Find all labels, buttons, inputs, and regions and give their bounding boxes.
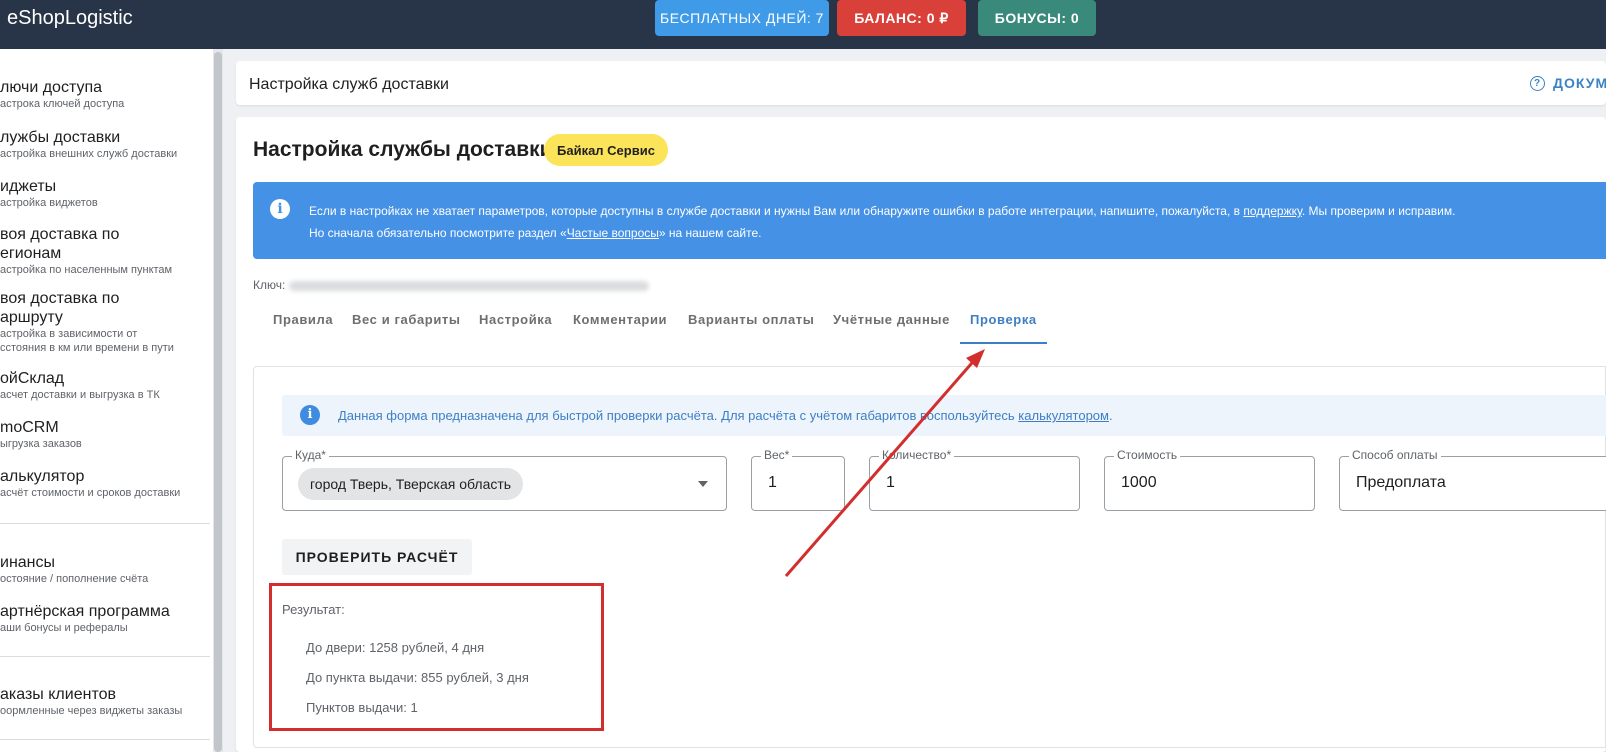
payment-method-label: Способ оплаты xyxy=(1349,448,1441,462)
sidebar-item-title-cont: аршруту xyxy=(0,309,63,326)
support-link[interactable]: поддержку xyxy=(1243,204,1301,218)
bonuses-button[interactable]: БОНУСЫ: 0 xyxy=(978,0,1096,36)
sidebar-item-partner-program[interactable]: артнёрская программа аши бонусы и рефера… xyxy=(0,602,205,635)
sidebar-item-own-delivery-regions[interactable]: воя доставка по егионам астройка по насе… xyxy=(0,225,205,277)
sidebar-item-finances[interactable]: инансы остояние / пополнение счёта xyxy=(0,553,205,586)
sidebar-item-calculator[interactable]: алькулятор асчёт стоимости и сроков дост… xyxy=(0,467,205,500)
free-days-badge[interactable]: БЕСПЛАТНЫХ ДНЕЙ: 7 xyxy=(655,0,829,36)
destination-label: Куда* xyxy=(292,448,329,462)
key-value-blurred xyxy=(289,280,650,291)
tab-weight-dimensions[interactable]: Вес и габариты xyxy=(352,312,461,342)
sidebar-item-title: лючи доступа xyxy=(0,79,103,96)
sidebar-item-access-keys[interactable]: лючи доступа астрока ключей доступа xyxy=(0,78,205,111)
sidebar-item-subtitle: оормленные через виджеты заказы xyxy=(0,705,183,717)
info-icon: i xyxy=(270,199,290,219)
brand-logo[interactable]: eShopLogistic xyxy=(7,7,133,30)
sidebar-item-title: воя доставка по xyxy=(0,226,120,243)
alert-line-1: Если в настройках не хватает параметров,… xyxy=(309,204,1456,218)
payment-method-value[interactable]: Предоплата xyxy=(1356,474,1446,492)
tab-credentials[interactable]: Учётные данные xyxy=(833,312,950,342)
result-highlight-box xyxy=(269,583,604,731)
service-chip: Байкал Сервис xyxy=(544,134,668,166)
top-bar: eShopLogistic БЕСПЛАТНЫХ ДНЕЙ: 7 БАЛАНС:… xyxy=(0,0,1606,49)
sidebar-item-subtitle: астройка внешних служб доставки xyxy=(0,148,178,160)
page-title: Настройка службы доставки xyxy=(253,138,553,161)
sidebar-item-subtitle: астрока ключей доступа xyxy=(0,98,125,110)
info-icon: i xyxy=(300,405,320,425)
calc-info-alert: i Данная форма предназначена для быстрой… xyxy=(282,395,1606,436)
documentation-link[interactable]: ? ДОКУМ xyxy=(1530,75,1606,91)
sidebar-item-subtitle-cont: сстояния в км или времени в пути xyxy=(0,342,174,354)
quantity-input[interactable]: Количество* 1 xyxy=(869,448,1080,511)
sidebar-item-widgets[interactable]: иджеты астройка виджетов xyxy=(0,177,205,210)
sidebar: лючи доступа астрока ключей доступа лужб… xyxy=(0,49,213,752)
sidebar-item-own-delivery-route[interactable]: воя доставка по аршруту астройка в завис… xyxy=(0,289,205,355)
weight-value[interactable]: 1 xyxy=(768,474,777,492)
sidebar-item-client-orders[interactable]: аказы клиентов оормленные через виджеты … xyxy=(0,685,205,718)
quantity-value[interactable]: 1 xyxy=(886,474,895,492)
sidebar-item-delivery-services[interactable]: лужбы доставки астройка внешних служб до… xyxy=(0,128,205,161)
sidebar-item-subtitle: астройка в зависимости от xyxy=(0,328,138,340)
sidebar-scrollbar-thumb[interactable] xyxy=(214,52,222,752)
sidebar-item-title: воя доставка по xyxy=(0,290,120,307)
calculator-link[interactable]: калькулятором xyxy=(1018,408,1109,423)
weight-label: Вес* xyxy=(761,448,793,462)
sidebar-item-subtitle: асчёт стоимости и сроков доставки xyxy=(0,487,181,499)
page-header-title: Настройка служб доставки xyxy=(249,76,449,93)
sidebar-item-amocrm[interactable]: moCRM ыгрузка заказов xyxy=(0,418,205,451)
sidebar-item-moysklad[interactable]: ойСклад асчет доставки и выгрузка в ТК xyxy=(0,369,205,402)
support-alert: i Если в настройках не хватает параметро… xyxy=(253,182,1606,259)
sidebar-item-subtitle: астройка виджетов xyxy=(0,197,98,209)
tab-check[interactable]: Проверка xyxy=(960,312,1047,344)
sidebar-item-title: алькулятор xyxy=(0,468,85,485)
cost-input[interactable]: Стоимость 1000 xyxy=(1104,448,1315,511)
tab-settings[interactable]: Настройка xyxy=(479,312,552,342)
sidebar-item-subtitle: асчет доставки и выгрузка в ТК xyxy=(0,389,160,401)
destination-select[interactable]: Куда* город Тверь, Тверская область xyxy=(282,448,727,511)
help-circle-icon: ? xyxy=(1530,75,1545,91)
sidebar-item-title: аказы клиентов xyxy=(0,686,116,703)
alert-line-2: Но сначала обязательно посмотрите раздел… xyxy=(309,226,762,240)
sidebar-item-title: иджеты xyxy=(0,178,57,195)
calc-info-text: Данная форма предназначена для быстрой п… xyxy=(338,408,1113,423)
sidebar-item-subtitle: ыгрузка заказов xyxy=(0,438,82,450)
tab-rules[interactable]: Правила xyxy=(273,312,333,342)
cost-label: Стоимость xyxy=(1114,448,1181,462)
quantity-label: Количество* xyxy=(879,448,955,462)
sidebar-divider xyxy=(0,739,210,740)
sidebar-item-title: инансы xyxy=(0,554,56,571)
destination-chip[interactable]: город Тверь, Тверская область xyxy=(298,468,524,500)
sidebar-item-subtitle: аши бонусы и рефералы xyxy=(0,622,128,634)
tab-comments[interactable]: Комментарии xyxy=(573,312,667,342)
key-label: Ключ: xyxy=(253,278,286,292)
sidebar-divider xyxy=(0,656,210,657)
payment-method-select[interactable]: Способ оплаты Предоплата xyxy=(1339,448,1606,511)
sidebar-divider xyxy=(0,523,210,524)
faq-link[interactable]: Частые вопросы xyxy=(567,226,659,240)
sidebar-item-title: артнёрская программа xyxy=(0,603,170,620)
sidebar-item-title-cont: егионам xyxy=(0,245,62,262)
balance-button[interactable]: БАЛАНС: 0 ₽ xyxy=(837,0,966,36)
sidebar-item-title: лужбы доставки xyxy=(0,129,121,146)
documentation-label: ДОКУМ xyxy=(1553,75,1606,91)
check-calculation-button[interactable]: ПРОВЕРИТЬ РАСЧЁТ xyxy=(282,539,472,575)
weight-input[interactable]: Вес* 1 xyxy=(751,448,845,511)
chevron-down-icon[interactable] xyxy=(698,481,708,487)
cost-value[interactable]: 1000 xyxy=(1121,474,1157,492)
sidebar-item-subtitle: астройка по населенным пунктам xyxy=(0,264,173,276)
tab-payment-options[interactable]: Варианты оплаты xyxy=(688,312,814,342)
sidebar-item-title: ойСклад xyxy=(0,370,65,387)
sidebar-item-subtitle: остояние / пополнение счёта xyxy=(0,573,149,585)
api-key-row: Ключ: xyxy=(253,278,650,292)
sidebar-item-title: moCRM xyxy=(0,419,59,436)
